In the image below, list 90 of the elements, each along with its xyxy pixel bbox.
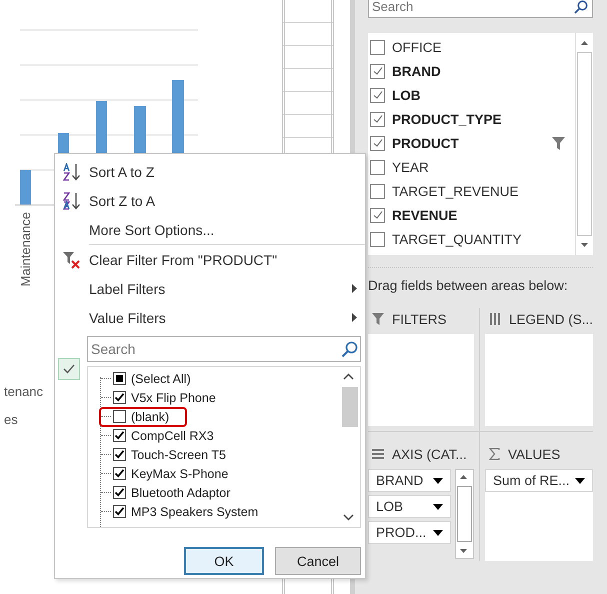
search-field[interactable]: Search — [368, 0, 593, 18]
checkbox[interactable] — [370, 136, 385, 150]
search-field[interactable]: Search — [87, 336, 361, 362]
field-chip[interactable]: PROD... — [368, 521, 451, 544]
hint-text: Drag fields between areas below: — [368, 267, 593, 293]
checkbox[interactable] — [113, 410, 126, 423]
value-label[interactable]: Touch-Screen T5 — [131, 448, 226, 462]
sort-icon — [62, 162, 82, 180]
checkmark-icon — [114, 449, 125, 460]
chart-bar — [20, 170, 31, 205]
clear-filter-icon — [63, 250, 81, 268]
menu-item[interactable]: More Sort Options... — [55, 215, 365, 244]
dropdown-caret-icon — [432, 478, 443, 484]
scrollbar[interactable] — [575, 33, 593, 255]
field-name[interactable]: OFFICE — [392, 40, 442, 54]
checkbox[interactable] — [370, 184, 385, 198]
checkbox[interactable] — [113, 391, 126, 404]
dropdown-caret-icon — [432, 530, 443, 536]
checkbox[interactable] — [113, 467, 126, 480]
checkbox[interactable] — [113, 429, 126, 442]
filter-icon — [372, 313, 384, 325]
field-name[interactable]: PRODUCT — [392, 136, 459, 150]
search-icon — [574, 0, 588, 14]
value-label[interactable]: MP3 Speakers System — [131, 504, 258, 518]
field-chip[interactable]: LOB — [368, 495, 451, 518]
submenu-arrow-icon — [352, 284, 357, 293]
sigma-icon — [488, 448, 500, 460]
checkmark-icon — [372, 137, 384, 149]
checkmark-icon — [114, 487, 125, 498]
checkmark-icon — [372, 89, 384, 101]
axis-label: es — [4, 412, 18, 427]
value-label[interactable]: Bluetooth Adaptor — [131, 486, 230, 500]
menu-item[interactable]: Label Filters — [55, 274, 365, 303]
scrollbar-thumb[interactable] — [342, 387, 358, 427]
checkmark-icon — [372, 65, 384, 77]
field-name[interactable]: PRODUCT_TYPE — [392, 112, 502, 126]
checkmark-icon — [114, 392, 125, 403]
value-label[interactable]: KeyMax S-Phone — [131, 466, 228, 480]
search-icon — [341, 340, 358, 358]
checkbox[interactable] — [370, 64, 385, 78]
checkbox[interactable] — [113, 372, 126, 385]
field-name[interactable]: YEAR — [392, 160, 429, 174]
menu-item[interactable]: Sort A to Z — [55, 157, 365, 186]
area-title: AXIS (CAT... — [392, 446, 467, 462]
checkbox[interactable] — [370, 112, 385, 126]
checkmark-icon — [63, 364, 75, 374]
checkbox[interactable] — [370, 40, 385, 54]
menu-item[interactable]: Sort Z to A — [55, 186, 365, 215]
area-title: VALUES — [508, 446, 560, 462]
field-name[interactable]: BRAND — [392, 64, 441, 78]
field-name[interactable]: REVENUE — [392, 208, 458, 222]
field-chip[interactable]: BRAND — [368, 469, 451, 492]
checkmark-icon — [114, 468, 125, 479]
partial-square-icon — [116, 375, 123, 382]
area-title: LEGEND (S... — [508, 312, 593, 326]
dropdown-caret-icon — [575, 478, 585, 484]
field-name[interactable]: TARGET_REVENUE — [392, 184, 519, 198]
axis-label: Maintenance — [18, 212, 33, 286]
field-name[interactable]: TARGET_QUANTITY — [392, 232, 522, 246]
checkmark-icon — [372, 113, 384, 125]
drop-area[interactable]: Sum of RE... — [484, 469, 593, 561]
menu-item[interactable]: Value Filters — [55, 303, 365, 332]
menu-item[interactable]: Clear Filter From "PRODUCT" — [55, 245, 365, 274]
area-title: FILTERS — [392, 312, 447, 326]
drop-area[interactable]: BRAND LOB PROD... — [368, 469, 474, 561]
scrollbar[interactable] — [454, 469, 474, 559]
field-chip[interactable]: Sum of RE... — [484, 469, 593, 492]
checkbox[interactable] — [370, 208, 385, 222]
checkbox[interactable] — [370, 88, 385, 102]
checkbox[interactable] — [113, 486, 126, 499]
value-label[interactable]: CompCell RX3 — [131, 428, 214, 442]
axis-label: tenanc — [4, 384, 44, 399]
columns-icon — [488, 313, 501, 325]
checkbox[interactable] — [370, 160, 385, 174]
submenu-arrow-icon — [352, 313, 357, 322]
checkbox[interactable] — [370, 232, 385, 246]
value-label[interactable]: (Select All) — [131, 372, 191, 386]
checkmark-icon — [114, 506, 125, 517]
value-label[interactable]: V5x Flip Phone — [131, 390, 216, 404]
field-name[interactable]: LOB — [392, 88, 420, 102]
rows-icon — [372, 449, 384, 459]
checkbox[interactable] — [113, 505, 126, 518]
dropdown-caret-icon — [432, 504, 443, 510]
dialog-button[interactable]: OK — [184, 547, 264, 575]
dialog-button[interactable]: Cancel — [275, 547, 361, 575]
checkbox[interactable] — [113, 448, 126, 461]
value-label[interactable]: (blank) — [131, 410, 170, 424]
checkmark-icon — [372, 209, 384, 221]
sort-icon — [62, 192, 82, 210]
checkmark-icon — [114, 430, 125, 441]
